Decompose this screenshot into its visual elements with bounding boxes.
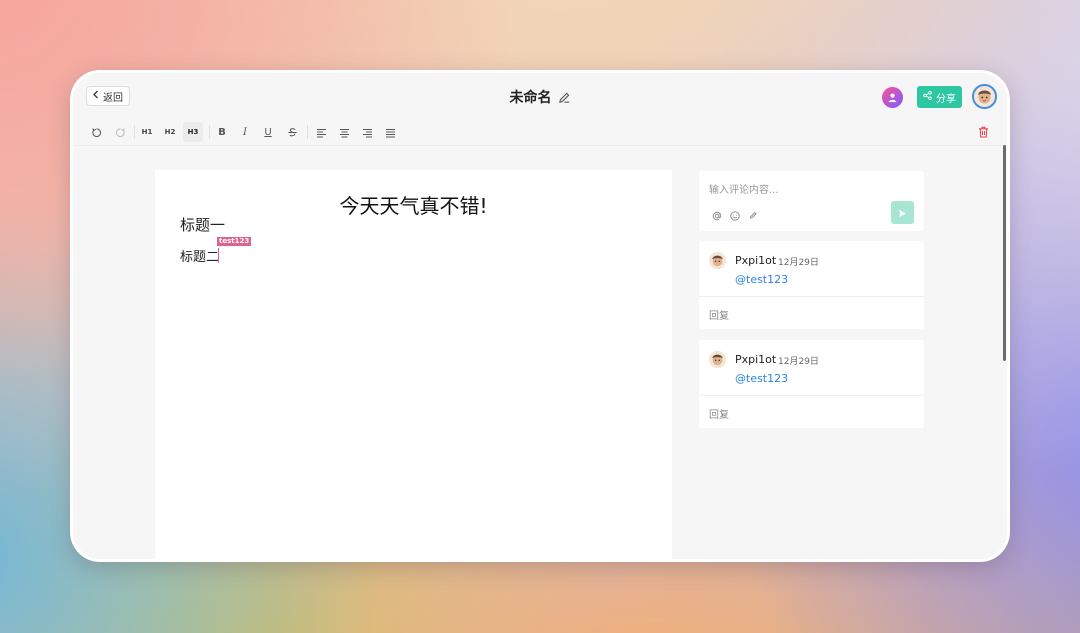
comment-card: Pxpi1ot 12月29日 @test123 回复 [699,241,924,329]
app-screen: 返回 未命名 分享 H1 H2 H3 B I U 今天天气真不错! 标题一 标题… [73,73,1007,559]
bold-button[interactable]: B [214,122,230,142]
user-icon [887,88,898,107]
header-bar: 返回 未命名 分享 [73,73,1007,119]
align-right-button[interactable] [358,122,376,142]
comment-author: Pxpi1ot [735,254,777,267]
emoji-icon[interactable] [730,206,740,225]
share-label: 分享 [936,93,956,105]
reply-button[interactable]: 回复 [709,406,729,421]
align-center-button[interactable] [335,122,353,142]
heading1-button[interactable]: H1 [138,122,156,142]
toolbar-divider [134,125,135,139]
comment-input[interactable]: 输入评论内容... [709,181,779,196]
editor-toolbar: H1 H2 H3 B I U [73,119,1007,146]
comment-author-avatar[interactable] [709,351,726,368]
heading-two-text[interactable]: 标题二 [180,246,219,265]
toolbar-divider [209,125,210,139]
comment-date: 12月29日 [778,357,819,367]
comment-author: Pxpi1ot [735,353,777,366]
document-title: 未命名 [73,87,1007,108]
title-text: 未命名 [509,90,552,106]
collaborator-avatar[interactable] [882,87,903,108]
undo-icon [91,123,102,142]
underline-button[interactable]: U [260,122,276,142]
comment-mention[interactable]: @test123 [735,372,788,385]
redo-button[interactable] [111,122,129,142]
comment-date: 12月29日 [778,258,819,268]
strikethrough-button[interactable] [283,122,301,142]
align-right-icon [362,123,373,142]
comment-divider [699,395,924,396]
send-button[interactable] [891,201,914,224]
at-icon[interactable] [712,206,722,225]
collaborator-cursor [218,248,219,263]
share-button[interactable]: 分享 [917,86,962,108]
scrollbar[interactable] [1003,145,1006,361]
device-frame: 返回 未命名 分享 H1 H2 H3 B I U 今天天气真不错! 标题一 标题… [70,70,1010,562]
align-justify-icon [385,123,396,142]
heading2-button[interactable]: H2 [161,122,179,142]
avatar-image [974,86,995,107]
send-icon [898,203,907,222]
redo-icon [115,123,126,142]
document-heading[interactable]: 今天天气真不错! [155,190,672,219]
comment-divider [699,296,924,297]
editor-canvas[interactable]: 今天天气真不错! 标题一 标题二 test123 [155,170,672,559]
heading3-button[interactable]: H3 [183,122,203,142]
align-left-icon [316,123,327,142]
align-justify-button[interactable] [381,122,399,142]
edit-icon[interactable] [558,91,571,108]
comment-composer: 输入评论内容... [699,171,924,231]
reply-button[interactable]: 回复 [709,307,729,322]
collaborator-cursor-label: test123 [217,237,252,246]
align-left-button[interactable] [312,122,330,142]
paperclip-icon[interactable] [748,206,758,225]
italic-button[interactable]: I [237,122,253,142]
heading-one-text[interactable]: 标题一 [180,214,225,235]
trash-icon [978,123,989,142]
delete-button[interactable] [978,123,989,142]
comment-card: Pxpi1ot 12月29日 @test123 回复 [699,340,924,428]
align-center-icon [339,123,350,142]
toolbar-divider [307,125,308,139]
share-icon [923,91,932,103]
undo-button[interactable] [87,122,105,142]
comment-tools [712,206,758,225]
comment-mention[interactable]: @test123 [735,273,788,286]
current-user-avatar[interactable] [972,84,997,109]
comment-author-avatar[interactable] [709,252,726,269]
strikethrough-icon [287,123,298,142]
